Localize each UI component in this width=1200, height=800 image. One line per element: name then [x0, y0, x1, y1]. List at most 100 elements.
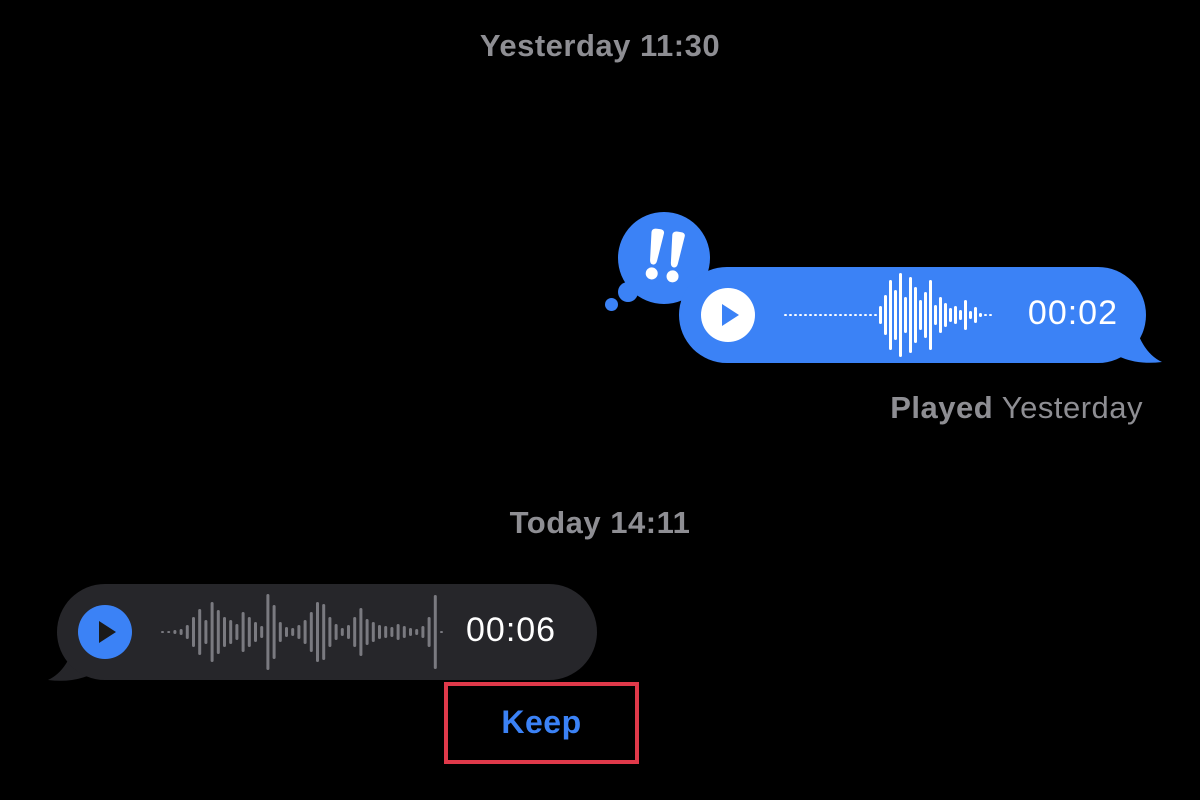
waveform-bar: [266, 594, 270, 670]
waveform-bar: [328, 617, 332, 647]
waveform-bar: [285, 627, 288, 637]
waveform-bar: [824, 314, 827, 316]
waveform-bar: [167, 631, 171, 633]
outgoing-play-button[interactable]: [701, 288, 755, 342]
waveform-bar: [421, 626, 425, 638]
waveform-bar: [849, 314, 852, 316]
play-icon: [99, 621, 116, 643]
waveform-bar: [353, 617, 357, 647]
waveform-bar: [427, 617, 431, 647]
waveform-bar: [378, 625, 381, 639]
waveform-bar: [409, 628, 412, 636]
incoming-waveform[interactable]: [161, 584, 451, 680]
waveform-bar: [340, 628, 344, 636]
waveform-bar: [210, 602, 214, 662]
waveform-bar: [814, 314, 817, 316]
waveform-bar: [799, 314, 802, 316]
waveform-bar: [185, 625, 189, 639]
waveform-bar: [235, 624, 239, 640]
waveform-bar: [291, 628, 295, 636]
waveform-bar: [371, 622, 375, 642]
waveform-bar: [989, 314, 992, 316]
waveform-bar: [924, 292, 927, 338]
waveform-bar: [179, 629, 183, 635]
keep-highlight-box: Keep: [444, 682, 639, 764]
waveform-bar: [216, 610, 220, 654]
waveform-bar: [334, 624, 338, 640]
waveform-bar: [864, 314, 867, 316]
waveform-bar: [819, 314, 822, 316]
waveform-bar: [914, 287, 917, 343]
waveform-bar: [359, 608, 363, 656]
waveform-bar: [254, 622, 257, 642]
waveform-bar: [365, 619, 369, 645]
timestamp-today: Today 14:11: [509, 505, 691, 540]
incoming-duration: 00:06: [466, 611, 557, 649]
receipt-status: Played: [890, 390, 994, 425]
waveform-bar: [161, 631, 164, 633]
waveform-bar: [309, 612, 313, 652]
incoming-play-button[interactable]: [78, 605, 132, 659]
receipt-time: Yesterday: [1001, 390, 1143, 425]
waveform-bar: [223, 617, 226, 647]
waveform-bar: [894, 290, 897, 340]
waveform-bar: [944, 303, 947, 327]
waveform-bar: [804, 314, 807, 316]
waveform-bar: [440, 631, 443, 633]
outgoing-waveform[interactable]: [784, 267, 999, 363]
waveform-bar: [829, 314, 832, 316]
waveform-bar: [278, 622, 282, 642]
timestamp-yesterday: Yesterday 11:30: [479, 28, 721, 63]
waveform-bar: [415, 629, 419, 635]
waveform-bar: [919, 300, 922, 330]
waveform-bar: [834, 314, 837, 316]
waveform-bar: [854, 314, 857, 316]
waveform-bar: [247, 617, 251, 647]
waveform-bar: [316, 602, 319, 662]
waveform-bar: [904, 297, 907, 333]
waveform-bar: [929, 280, 932, 350]
waveform-bar: [809, 314, 812, 316]
waveform-bar: [297, 625, 301, 639]
waveform-bar: [949, 308, 952, 322]
waveform-bar: [303, 620, 307, 644]
waveform-bar: [879, 306, 882, 324]
incoming-audio-message[interactable]: 00:06: [57, 584, 597, 680]
waveform-bar: [229, 620, 233, 644]
waveform-bar: [869, 314, 872, 316]
waveform-bar: [198, 609, 202, 655]
waveform-bar: [969, 311, 972, 319]
waveform-bar: [909, 277, 912, 353]
waveform-bar: [384, 626, 388, 638]
read-receipt: Played Yesterday: [890, 390, 1143, 426]
tapback-dot-small: [605, 298, 618, 311]
waveform-bar: [402, 626, 406, 638]
waveform-bar: [794, 314, 797, 316]
keep-button[interactable]: Keep: [448, 704, 635, 741]
waveform-bar: [272, 605, 276, 659]
waveform-bar: [974, 307, 977, 323]
waveform-bar: [889, 280, 892, 350]
waveform-bar: [260, 626, 264, 638]
waveform-bar: [789, 314, 792, 316]
waveform-bar: [859, 314, 862, 316]
waveform-bar: [433, 595, 437, 669]
waveform-bar: [347, 625, 350, 639]
waveform-bar: [784, 314, 787, 316]
waveform-bar: [844, 314, 847, 316]
waveform-bar: [390, 627, 394, 637]
waveform-bar: [964, 300, 967, 330]
waveform-bar: [959, 310, 962, 320]
waveform-bar: [874, 314, 877, 316]
play-icon: [722, 304, 739, 326]
waveform-bar: [979, 313, 982, 317]
waveform-bar: [954, 306, 957, 324]
waveform-bar: [939, 297, 942, 333]
waveform-bar: [322, 604, 326, 660]
waveform-bar: [241, 612, 245, 652]
waveform-bar: [173, 630, 177, 634]
waveform-bar: [984, 314, 987, 316]
outgoing-audio-message[interactable]: 00:02: [679, 267, 1146, 363]
waveform-bar: [934, 305, 937, 325]
waveform-bar: [192, 617, 195, 647]
